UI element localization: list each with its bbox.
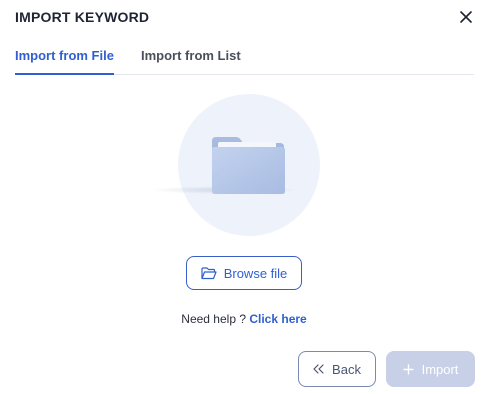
back-label: Back [332,361,361,377]
help-line: Need help ? Click here [0,312,488,326]
folder-icon [210,133,286,195]
close-button[interactable] [458,8,474,26]
help-link[interactable]: Click here [249,312,306,326]
import-label: Import [421,361,459,377]
close-icon [460,11,472,23]
back-button[interactable]: Back [298,351,376,387]
tab-import-from-list[interactable]: Import from List [141,48,241,73]
browse-file-button[interactable]: Browse file [186,256,302,290]
tab-import-from-file[interactable]: Import from File [15,48,114,75]
help-text: Need help ? [181,312,246,326]
folder-open-icon [201,266,217,280]
browse-file-label: Browse file [223,265,288,281]
plus-icon [402,363,414,375]
import-button[interactable]: Import [386,351,475,387]
double-chevron-left-icon [313,364,324,374]
tab-bar: Import from File Import from List [15,48,474,75]
import-keyword-dialog: IMPORT KEYWORD Import from File Import f… [0,0,488,394]
dialog-title: IMPORT KEYWORD [15,9,150,25]
